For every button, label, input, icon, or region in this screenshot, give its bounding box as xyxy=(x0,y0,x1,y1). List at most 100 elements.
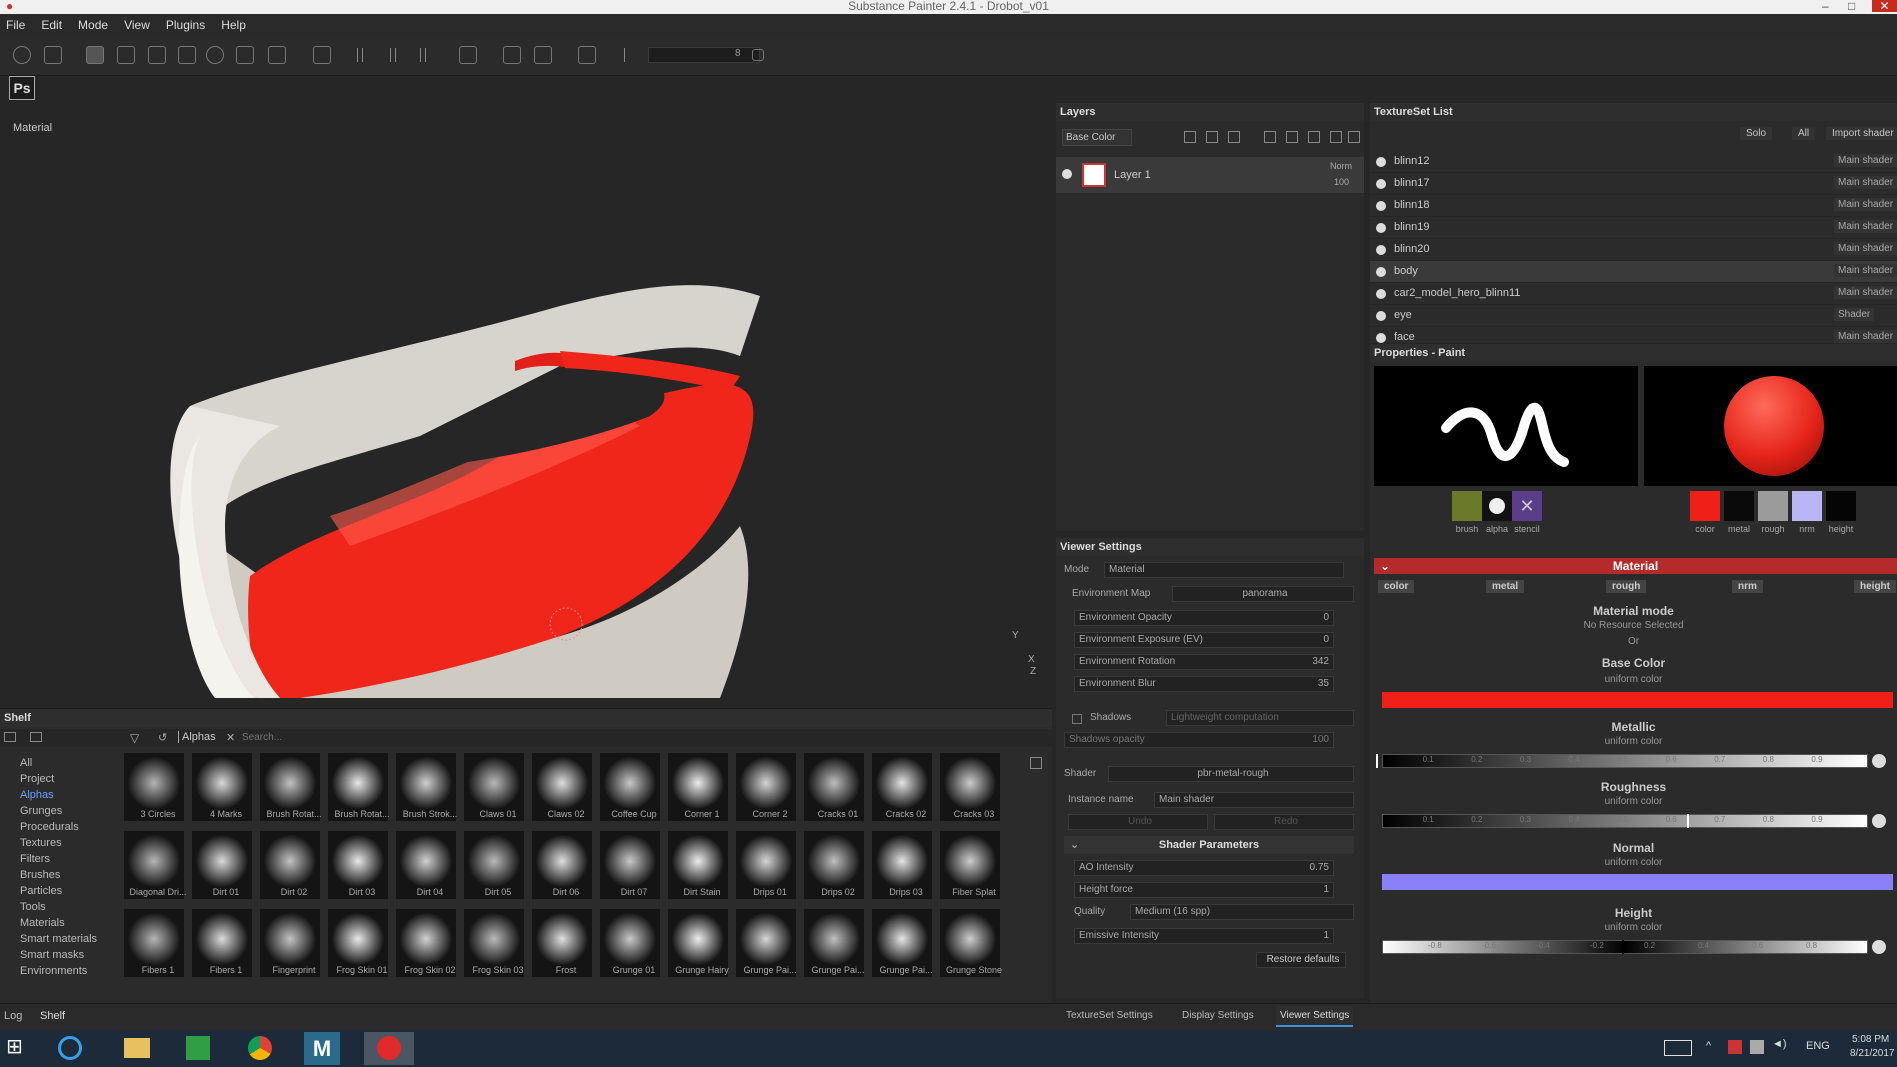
brush-size-slider[interactable] xyxy=(648,47,760,63)
roughness-reset-icon[interactable] xyxy=(1872,814,1886,828)
textureset-row[interactable]: blinn19 Main shader xyxy=(1370,217,1897,239)
category-item[interactable]: Materials xyxy=(20,917,65,929)
clear-filter-icon[interactable]: ✕ xyxy=(226,731,235,744)
shelf-item[interactable]: Claws 02 xyxy=(532,753,592,821)
settings-icon[interactable] xyxy=(13,46,31,64)
menu-plugins[interactable]: Plugins xyxy=(166,18,205,32)
shelf-item[interactable]: 4 Marks xyxy=(192,753,252,821)
log-tab[interactable]: Log xyxy=(4,1010,22,1022)
menu-mode[interactable]: Mode xyxy=(78,18,108,32)
textureset-name[interactable]: blinn19 xyxy=(1394,221,1429,233)
layer-row[interactable]: Layer 1 Norm 100 xyxy=(1056,157,1364,193)
textureset-name[interactable]: blinn12 xyxy=(1394,155,1429,167)
category-item[interactable]: Project xyxy=(20,773,54,785)
volume-icon[interactable]: ◄) xyxy=(1772,1038,1787,1050)
menu-view[interactable]: View xyxy=(124,18,150,32)
brush-slot[interactable] xyxy=(1452,491,1482,521)
close-icon[interactable]: ✕ xyxy=(1872,0,1897,12)
tray-chevron-icon[interactable]: ^ xyxy=(1706,1040,1711,1052)
textureset-shader[interactable]: Main shader xyxy=(1834,286,1897,299)
shelf-item[interactable]: Dirt 07 xyxy=(600,831,660,899)
smudge-icon[interactable] xyxy=(206,46,224,64)
add-effect-icon[interactable] xyxy=(1264,131,1276,143)
brush-size-icon[interactable] xyxy=(624,48,630,62)
paint-brush-icon[interactable] xyxy=(86,46,104,64)
category-item[interactable]: Textures xyxy=(20,837,62,849)
add-mask-icon[interactable] xyxy=(1228,131,1240,143)
textureset-shader[interactable]: Main shader xyxy=(1834,198,1897,211)
shelf-item[interactable]: Cracks 01 xyxy=(804,753,864,821)
viewport-3d[interactable]: Y X Z xyxy=(0,106,1052,698)
shelf-item[interactable]: Frost xyxy=(532,909,592,977)
textureset-shader[interactable]: Main shader xyxy=(1834,220,1897,233)
filter-tag[interactable]: Alphas xyxy=(178,731,216,743)
menu-edit[interactable]: Edit xyxy=(41,18,62,32)
channel-metal-button[interactable]: metal xyxy=(1486,580,1525,593)
category-item[interactable]: Filters xyxy=(20,853,50,865)
view-2d3d-icon[interactable] xyxy=(459,46,477,64)
menu-help[interactable]: Help xyxy=(221,18,246,32)
symmetry-icon[interactable] xyxy=(357,48,363,62)
textureset-row[interactable]: body Main shader xyxy=(1370,261,1897,283)
shelf-item[interactable]: Grunge Stone xyxy=(940,909,1002,977)
shelf-item[interactable]: Frog Skin 03 xyxy=(464,909,524,977)
no-resource-text[interactable]: No Resource Selected xyxy=(1370,620,1897,631)
metal-swatch[interactable] xyxy=(1724,491,1754,521)
material-header[interactable]: ⌄ Material xyxy=(1374,558,1897,574)
import-shader-button[interactable]: Import shader xyxy=(1826,127,1897,140)
photoshop-export-button[interactable]: Ps xyxy=(9,76,35,100)
maya-icon[interactable]: M xyxy=(304,1032,340,1065)
trash-icon[interactable] xyxy=(1348,131,1360,143)
shelf-item[interactable]: Dirt 05 xyxy=(464,831,524,899)
windows-start-icon[interactable]: ⊞ xyxy=(6,1036,28,1058)
textureset-row[interactable]: blinn12 Main shader xyxy=(1370,151,1897,173)
category-item[interactable]: Smart materials xyxy=(20,933,97,945)
shadows-opacity-slider[interactable]: Shadows opacity 100 xyxy=(1064,732,1334,748)
base-color-swatch-bar[interactable] xyxy=(1382,692,1893,708)
shelf-item[interactable]: Dirt 02 xyxy=(260,831,320,899)
refresh-icon[interactable]: ↺ xyxy=(158,731,167,744)
textureset-shader[interactable]: Main shader xyxy=(1834,154,1897,167)
substance-painter-icon[interactable] xyxy=(364,1032,414,1065)
restore-defaults-button[interactable]: Restore defaults xyxy=(1256,952,1346,968)
add-fill-layer-icon[interactable] xyxy=(1206,131,1218,143)
eraser-icon[interactable] xyxy=(117,46,135,64)
channel-color-button[interactable]: color xyxy=(1378,580,1415,593)
clock-time[interactable]: 5:08 PM xyxy=(1852,1034,1889,1045)
env-blur-slider[interactable]: Environment Blur 35 xyxy=(1074,676,1334,692)
tray-app-icon[interactable] xyxy=(1728,1040,1742,1054)
grid-view-icon[interactable] xyxy=(1030,757,1042,769)
textureset-name[interactable]: blinn17 xyxy=(1394,177,1429,189)
visibility-icon[interactable] xyxy=(1376,223,1386,233)
shadows-computation[interactable]: Lightweight computation xyxy=(1166,710,1354,726)
shelf-item[interactable]: Claws 01 xyxy=(464,753,524,821)
metallic-reset-icon[interactable] xyxy=(1872,754,1886,768)
visibility-icon[interactable] xyxy=(1062,169,1072,179)
shelf-item[interactable]: Fibers 1 xyxy=(192,909,252,977)
textureset-shader[interactable]: Main shader xyxy=(1834,330,1897,343)
shelf-item[interactable]: Fingerprint xyxy=(260,909,320,977)
shelf-item[interactable]: Frog Skin 02 xyxy=(396,909,456,977)
tab-textureset-settings[interactable]: TextureSet Settings xyxy=(1066,1010,1153,1021)
all-button[interactable]: All xyxy=(1792,127,1816,140)
new-folder-icon[interactable] xyxy=(4,732,16,742)
visibility-icon[interactable] xyxy=(1376,267,1386,277)
height-force-slider[interactable]: Height force 1 xyxy=(1074,882,1334,898)
shelf-item[interactable]: Brush Rotat... xyxy=(260,753,322,821)
textureset-name[interactable]: eye xyxy=(1394,309,1412,321)
category-item[interactable]: All xyxy=(20,757,32,769)
textureset-shader[interactable]: Main shader xyxy=(1834,264,1897,277)
textureset-row[interactable]: blinn17 Main shader xyxy=(1370,173,1897,195)
channel-height-button[interactable]: height xyxy=(1854,580,1896,593)
cube-icon[interactable] xyxy=(534,46,552,64)
shelf-item[interactable]: Dirt 01 xyxy=(192,831,252,899)
textureset-row[interactable]: eye Shader xyxy=(1370,305,1897,327)
shelf-item[interactable]: Cracks 03 xyxy=(940,753,1000,821)
network-icon[interactable] xyxy=(1750,1040,1764,1054)
import-icon[interactable] xyxy=(30,732,42,742)
shelf-item[interactable]: Coffee Cup xyxy=(600,753,660,821)
alpha-slot[interactable] xyxy=(1482,491,1512,521)
height-reset-icon[interactable] xyxy=(1872,940,1886,954)
env-exposure-slider[interactable]: Environment Exposure (EV) 0 xyxy=(1074,632,1334,648)
clock-date[interactable]: 8/21/2017 xyxy=(1850,1048,1895,1059)
